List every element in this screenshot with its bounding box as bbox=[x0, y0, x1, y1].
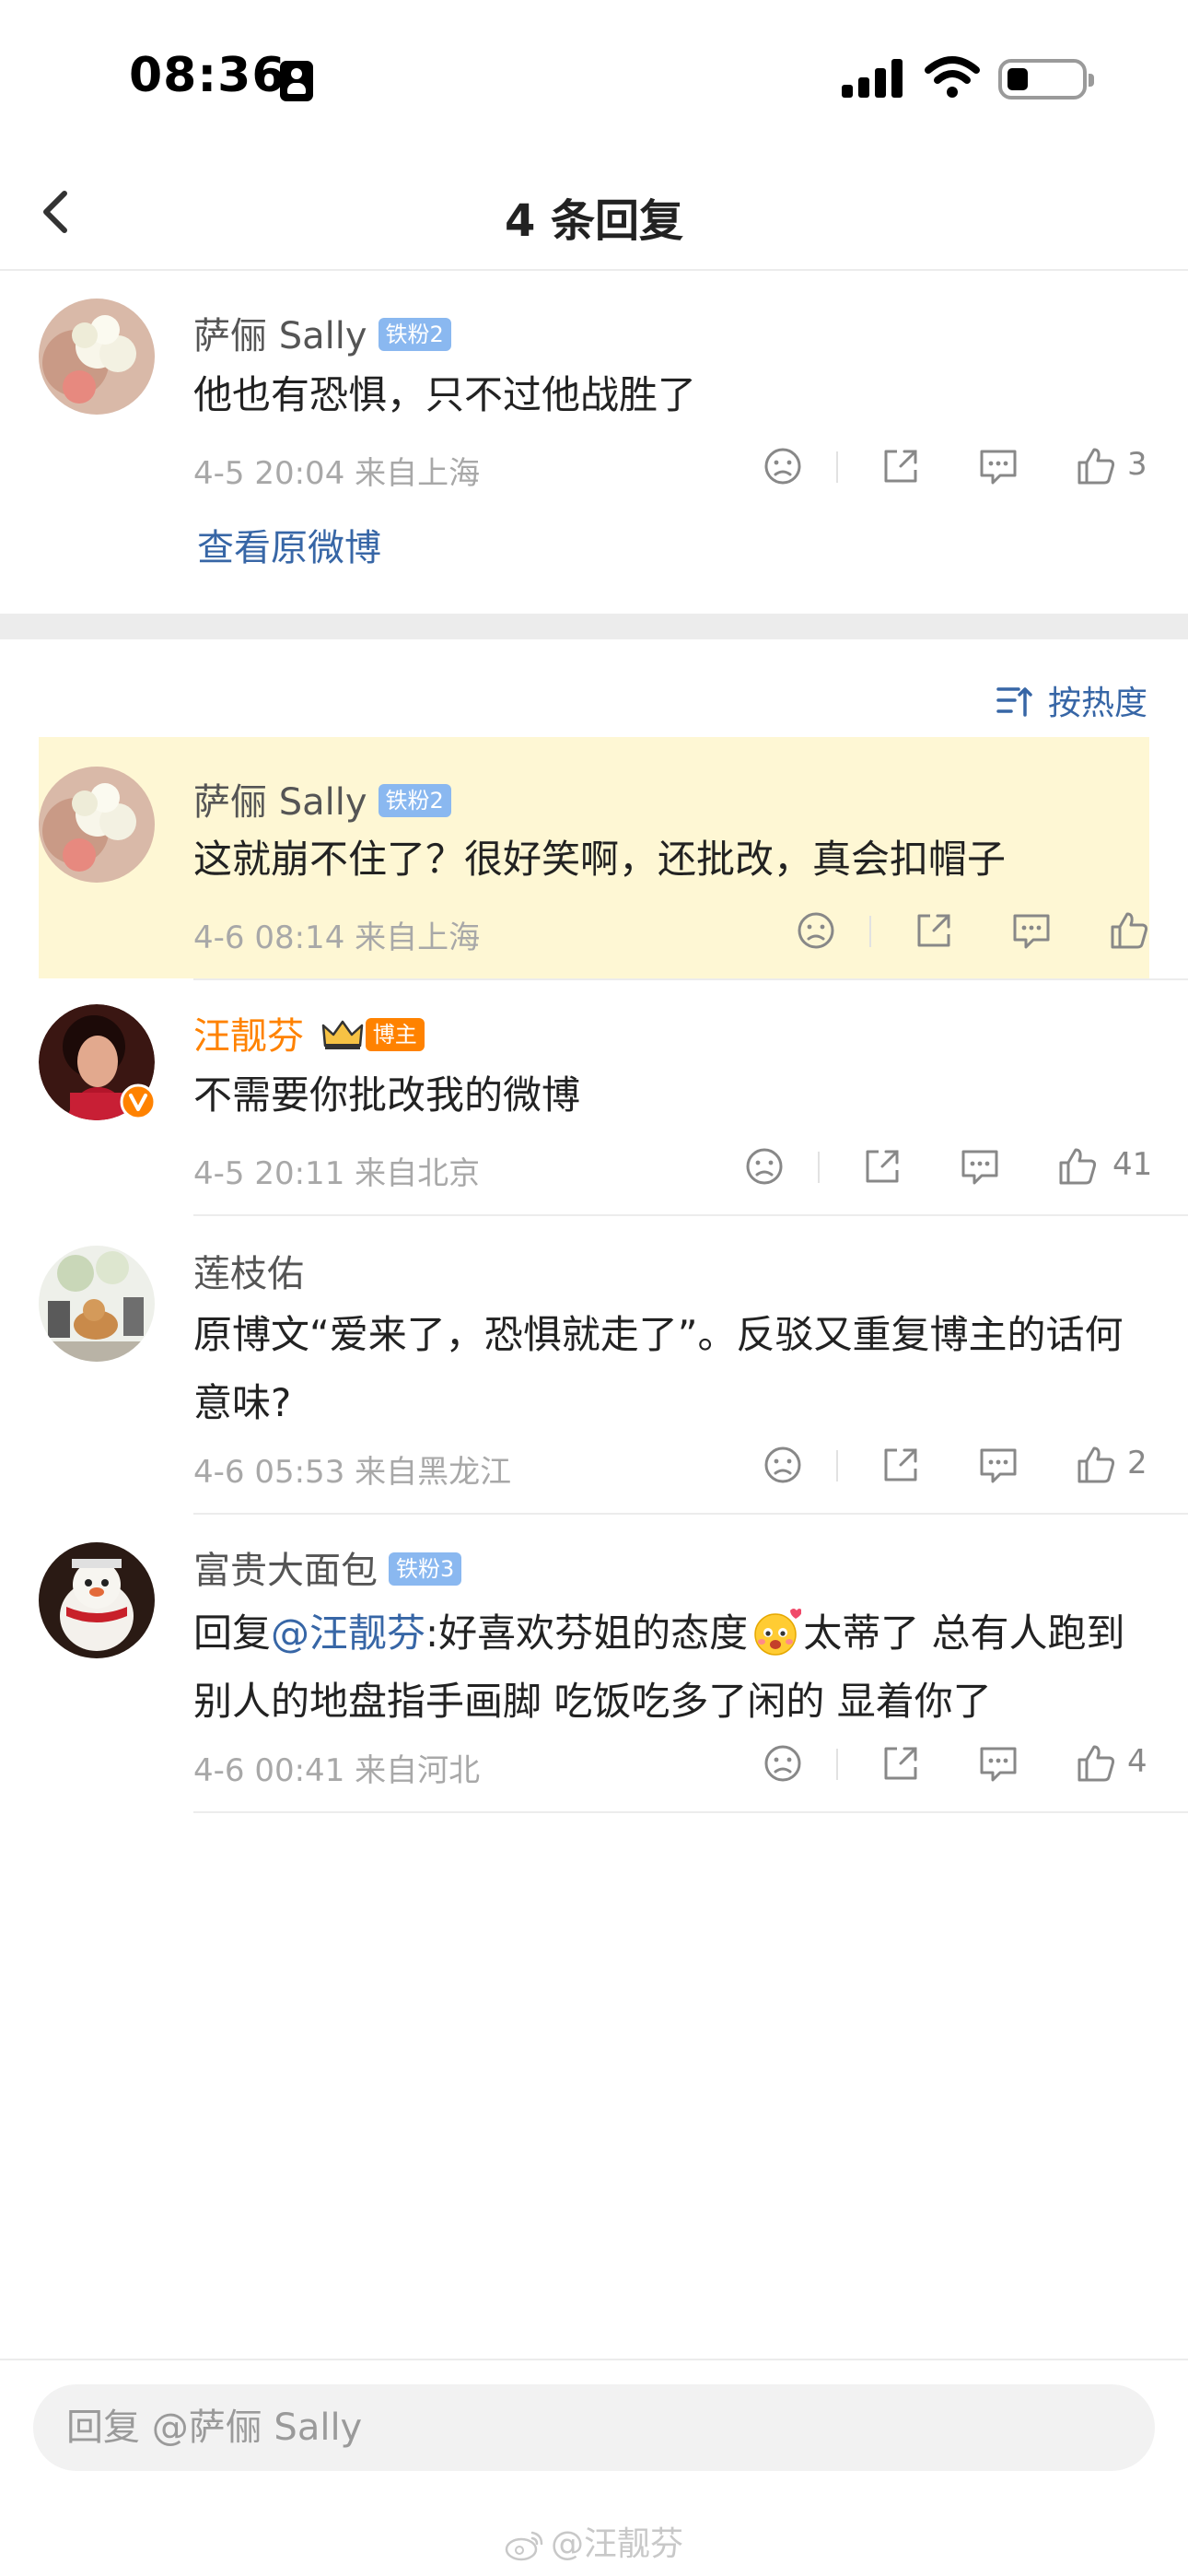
comment-icon[interactable] bbox=[1004, 903, 1059, 958]
reply-actions: 2 bbox=[755, 1437, 1151, 1493]
view-original-link[interactable]: 查看原微博 bbox=[197, 518, 381, 571]
like-count: 3 bbox=[1127, 446, 1147, 483]
share-icon[interactable] bbox=[873, 439, 928, 494]
share-icon[interactable] bbox=[906, 903, 961, 958]
like-count: 41 bbox=[1112, 1146, 1153, 1183]
fan-badge: 铁粉2 bbox=[378, 318, 451, 351]
wifi-icon bbox=[925, 56, 980, 98]
like-icon[interactable] bbox=[1050, 1139, 1105, 1194]
dislike-icon[interactable] bbox=[788, 903, 844, 958]
sort-icon bbox=[996, 687, 1032, 717]
comment-icon[interactable] bbox=[952, 1139, 1007, 1194]
reply-text: 这就崩不住了？很好笑啊，还批改，真会扣帽子 bbox=[193, 837, 1007, 882]
dislike-icon[interactable] bbox=[755, 1736, 810, 1791]
reply-meta: 4-6 08:14 来自上海 bbox=[193, 919, 481, 956]
section-divider bbox=[0, 614, 1188, 639]
reply-actions: 4 bbox=[755, 1736, 1151, 1791]
like-count: 2 bbox=[1127, 1445, 1147, 1481]
reply-author[interactable]: 富贵大面包 铁粉3 bbox=[193, 1540, 462, 1594]
status-bar: 08:36 bbox=[0, 0, 1188, 157]
comment-icon[interactable] bbox=[971, 1736, 1026, 1791]
dislike-icon[interactable] bbox=[737, 1139, 792, 1194]
reply-author[interactable]: 萨俪 Sally 铁粉2 bbox=[193, 772, 451, 825]
reply-bar: @汪靓芬 bbox=[0, 2359, 1188, 2576]
watermark: @汪靓芬 bbox=[0, 2517, 1188, 2565]
contact-card-icon bbox=[280, 61, 313, 101]
commenter-name-text: 萨俪 Sally bbox=[193, 315, 367, 357]
avatar[interactable] bbox=[39, 299, 155, 415]
sort-label: 按热度 bbox=[1047, 685, 1147, 722]
like-icon[interactable] bbox=[1068, 439, 1124, 494]
comment-icon[interactable] bbox=[971, 1437, 1026, 1493]
commenter-name[interactable]: 萨俪 Sally 铁粉2 bbox=[193, 306, 451, 359]
reply-actions: 41 bbox=[737, 1139, 1160, 1194]
reply-meta: 4-6 05:53 来自黑龙江 bbox=[193, 1454, 512, 1491]
status-time: 08:36 bbox=[129, 48, 286, 103]
reply-author-text: 汪靓芬 bbox=[193, 1015, 304, 1058]
reply-author[interactable]: 莲枝佑 bbox=[193, 1244, 304, 1297]
reply-meta: 4-6 00:41 来自河北 bbox=[193, 1752, 481, 1789]
reply-author[interactable]: 汪靓芬 博主 bbox=[193, 1006, 425, 1060]
watermark-text: @汪靓芬 bbox=[550, 2525, 683, 2563]
like-icon[interactable] bbox=[1101, 903, 1157, 958]
cellular-signal-icon bbox=[842, 59, 904, 98]
dislike-icon[interactable] bbox=[755, 439, 810, 494]
sort-by-heat-button[interactable]: 按热度 bbox=[996, 676, 1147, 726]
row-divider bbox=[193, 978, 1188, 980]
reply-input[interactable] bbox=[33, 2384, 1155, 2471]
share-icon[interactable] bbox=[873, 1736, 928, 1791]
like-count: 4 bbox=[1127, 1743, 1147, 1780]
row-divider bbox=[193, 1513, 1188, 1515]
reply-meta: 4-5 20:11 来自北京 bbox=[193, 1155, 481, 1192]
crown-icon bbox=[321, 1020, 363, 1049]
reply-author-text: 莲枝佑 bbox=[193, 1253, 304, 1295]
fan-badge: 铁粉2 bbox=[378, 784, 451, 817]
avatar[interactable] bbox=[39, 767, 155, 883]
avatar[interactable] bbox=[39, 1246, 155, 1362]
reply-author-text: 富贵大面包 bbox=[193, 1550, 378, 1592]
avatar[interactable] bbox=[39, 1004, 157, 1120]
share-icon[interactable] bbox=[855, 1139, 910, 1194]
reply-text-part: :好喜欢芬姐的态度 bbox=[425, 1610, 749, 1656]
reply-text: 不需要你批改我的微博 bbox=[193, 1072, 581, 1118]
nav-header: 4 条回复 bbox=[0, 157, 1188, 271]
dislike-icon[interactable] bbox=[755, 1437, 810, 1493]
smitten-face-emoji-icon bbox=[754, 1608, 803, 1656]
page-title: 4 条回复 bbox=[504, 195, 684, 247]
comment-actions: 3 bbox=[755, 439, 1151, 494]
reply-text: 回复@汪靓芬:好喜欢芬姐的态度 太蒂了 总有人跑到别人的地盘指手画脚 吃饭吃多了… bbox=[193, 1599, 1151, 1736]
comment-text: 他也有恐惧，只不过他战胜了 bbox=[193, 372, 697, 417]
avatar[interactable] bbox=[39, 1542, 155, 1658]
comment-meta: 4-5 20:04 来自上海 bbox=[193, 455, 481, 492]
share-icon[interactable] bbox=[873, 1437, 928, 1493]
like-icon[interactable] bbox=[1068, 1437, 1124, 1493]
row-divider bbox=[193, 1811, 1188, 1813]
reply-actions bbox=[788, 903, 1157, 958]
like-icon[interactable] bbox=[1068, 1736, 1124, 1791]
blogger-badge: 博主 bbox=[365, 1018, 425, 1051]
battery-icon bbox=[998, 59, 1094, 100]
fan-badge: 铁粉3 bbox=[389, 1552, 462, 1586]
row-divider bbox=[193, 1214, 1188, 1216]
mention-link[interactable]: @汪靓芬 bbox=[271, 1610, 425, 1656]
verified-icon bbox=[120, 1083, 157, 1120]
reply-author-text: 萨俪 Sally bbox=[193, 781, 367, 824]
weibo-logo-icon bbox=[505, 2531, 543, 2561]
comment-icon[interactable] bbox=[971, 439, 1026, 494]
reply-text: 原博文“爱来了，恐惧就走了”。反驳又重复博主的话何意味? bbox=[193, 1312, 1124, 1425]
reply-prefix: 回复 bbox=[193, 1610, 272, 1656]
